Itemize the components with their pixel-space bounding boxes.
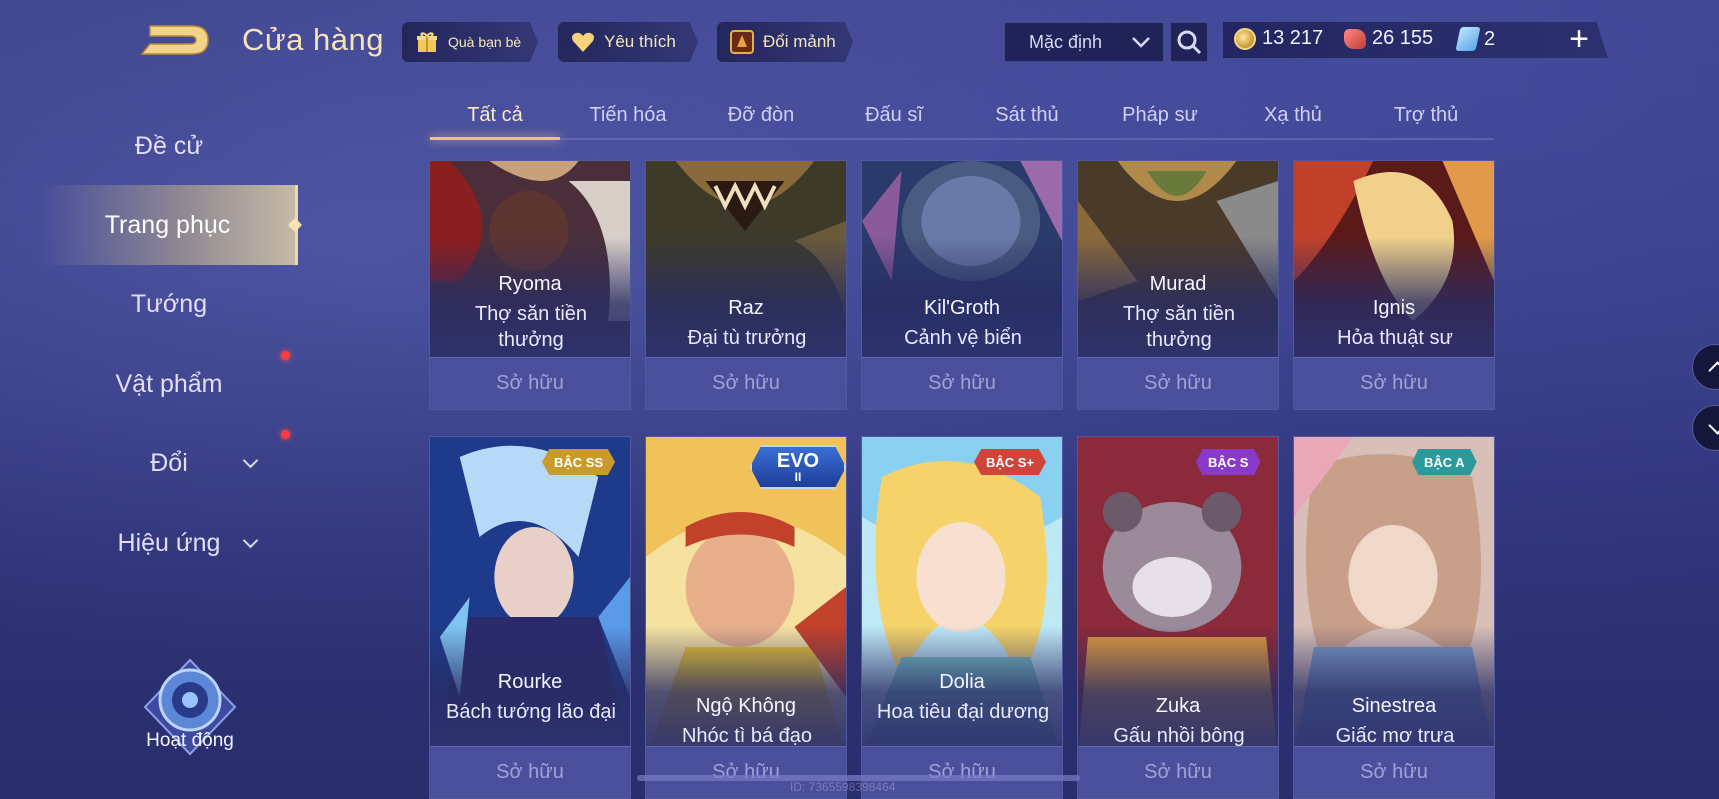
hero-name: Kil'Groth bbox=[923, 297, 1001, 319]
tab-fighter[interactable]: Đấu sĩ bbox=[829, 104, 959, 127]
ruby-amount: 26 155 bbox=[1372, 27, 1434, 49]
skin-card[interactable]: Ignis Hỏa thuật sư Sở hữu bbox=[1293, 160, 1495, 410]
category-tabs: Tất cả Tiến hóa Đỡ đòn Đấu sĩ Sát thủ Ph… bbox=[430, 96, 1494, 140]
skin-card[interactable]: BẬC S+ Dolia Hoa tiêu đại dương Sở hữu bbox=[861, 436, 1063, 799]
skin-name: Bách tướng lão đại bbox=[446, 701, 616, 723]
hero-name: Murad bbox=[1149, 273, 1207, 295]
plus-icon[interactable]: + bbox=[1562, 20, 1596, 60]
gold-amount: 13 217 bbox=[1262, 27, 1324, 49]
hero-name: Zuka bbox=[1155, 695, 1201, 717]
event-label: Hoạt động bbox=[146, 730, 234, 751]
sidebar-item-effects[interactable]: Hiệu ứng bbox=[40, 513, 298, 573]
search-button[interactable] bbox=[1170, 22, 1208, 62]
sidebar-item-skins[interactable]: Trang phục bbox=[40, 185, 298, 265]
notification-dot bbox=[281, 351, 290, 360]
tier-badge: BẬC SS bbox=[542, 449, 616, 475]
owned-status: Sở hữu bbox=[862, 357, 1062, 409]
tab-support[interactable]: Trợ thủ bbox=[1361, 104, 1491, 127]
scroll-up-icon[interactable] bbox=[1692, 344, 1719, 390]
skin-name: Thợ săn tiền thưởng bbox=[1122, 303, 1236, 351]
chevron-down-icon bbox=[242, 452, 259, 468]
skin-card[interactable]: BẬC S Zuka Gấu nhồi bông Sở hữu bbox=[1077, 436, 1279, 799]
ruby-balance: 26 155 bbox=[1344, 27, 1433, 50]
hero-name: Sinestrea bbox=[1351, 695, 1437, 717]
voucher-amount: 2 bbox=[1484, 27, 1496, 50]
gold-balance: 13 217 bbox=[1234, 27, 1323, 50]
gold-coin-icon bbox=[1234, 27, 1256, 50]
skin-name: Hoa tiêu đại dương bbox=[876, 701, 1050, 723]
favorites-button[interactable]: Yêu thích bbox=[558, 22, 698, 62]
notification-dot bbox=[281, 430, 290, 439]
skin-card[interactable]: Raz Đại tù trưởng Sở hữu bbox=[645, 160, 847, 410]
owned-status: Sở hữu bbox=[1078, 746, 1278, 798]
hero-name: Dolia bbox=[939, 671, 985, 693]
active-tab-underline bbox=[430, 137, 560, 140]
user-id: ID: 7365598398464 bbox=[790, 780, 896, 794]
skin-name: Cảnh vệ biển bbox=[904, 327, 1022, 349]
gift-icon bbox=[414, 29, 440, 55]
tab-all[interactable]: Tất cả bbox=[430, 104, 560, 127]
heart-icon bbox=[570, 29, 596, 55]
owned-status: Sở hữu bbox=[1294, 357, 1494, 409]
skin-card[interactable]: BẬC SS Rourke Bách tướng lão đại Sở hữu bbox=[429, 436, 631, 799]
skin-name: Thợ săn tiền thưởng bbox=[474, 303, 588, 351]
sidebar-item-heroes[interactable]: Tướng bbox=[40, 274, 298, 334]
sidebar-item-items[interactable]: Vật phẩm bbox=[40, 354, 298, 414]
hero-name: Ryoma bbox=[498, 273, 562, 295]
skin-card[interactable]: Murad Thợ săn tiền thưởng Sở hữu bbox=[1077, 160, 1279, 410]
voucher-balance: 2 bbox=[1455, 27, 1496, 51]
hero-name: Rourke bbox=[497, 671, 563, 693]
tier-badge: BẬC S bbox=[1196, 449, 1261, 475]
scroll-down-icon[interactable] bbox=[1692, 405, 1719, 451]
sort-dropdown[interactable]: Mặc định bbox=[1004, 22, 1164, 62]
voucher-icon bbox=[1455, 27, 1481, 51]
tier-badge: BẬC S+ bbox=[974, 449, 1047, 475]
skin-card[interactable]: Kil'Groth Cảnh vệ biển Sở hữu bbox=[861, 160, 1063, 410]
tab-marksman[interactable]: Xạ thủ bbox=[1228, 104, 1358, 127]
hero-name: Ngộ Không bbox=[695, 695, 797, 717]
shard-icon bbox=[729, 29, 755, 55]
shop-screen: Cửa hàng Quà bạn bè Yêu thích Đổi mảnh M… bbox=[0, 0, 1719, 799]
sidebar-item-label: Vật phẩm bbox=[115, 369, 223, 398]
evo-label: EVO bbox=[776, 450, 820, 472]
tier-badge: BẬC A bbox=[1412, 449, 1477, 475]
chevron-down-icon bbox=[1132, 37, 1150, 48]
owned-status: Sở hữu bbox=[1294, 746, 1494, 798]
favorites-label: Yêu thích bbox=[604, 32, 676, 51]
evo-badge: EVO II bbox=[750, 445, 846, 489]
sidebar-item-label: Hiệu ứng bbox=[117, 528, 221, 557]
skin-card[interactable]: BẬC A Sinestrea Giấc mơ trưa Sở hữu bbox=[1293, 436, 1495, 799]
evo-level: II bbox=[794, 470, 802, 484]
owned-status: Sở hữu bbox=[430, 746, 630, 798]
shard-exchange-label: Đổi mảnh bbox=[763, 32, 836, 51]
skin-card[interactable]: EVO II Ngộ Không Nhóc tì bá đạo Sở hữu bbox=[645, 436, 847, 799]
skin-name: Đại tù trưởng bbox=[687, 327, 807, 349]
sidebar-item-label: Tướng bbox=[130, 289, 208, 318]
ruby-icon bbox=[1344, 28, 1366, 49]
hero-name: Raz bbox=[728, 297, 764, 319]
search-icon bbox=[1177, 30, 1202, 55]
sidebar-item-label: Đổi bbox=[150, 448, 188, 477]
tab-tank[interactable]: Đỡ đòn bbox=[696, 104, 826, 127]
back-icon[interactable] bbox=[140, 20, 214, 60]
friend-gift-button[interactable]: Quà bạn bè bbox=[402, 22, 538, 62]
hero-name: Ignis bbox=[1372, 297, 1416, 319]
skin-card[interactable]: Ryoma Thợ săn tiền thưởng Sở hữu bbox=[429, 160, 631, 410]
tab-assassin[interactable]: Sát thủ bbox=[962, 104, 1092, 127]
sidebar-item-exchange[interactable]: Đổi bbox=[40, 433, 298, 493]
chevron-down-icon bbox=[242, 532, 259, 548]
owned-status: Sở hữu bbox=[1078, 357, 1278, 409]
shard-exchange-button[interactable]: Đổi mảnh bbox=[717, 22, 853, 62]
sidebar-item-recommended[interactable]: Đề cử bbox=[40, 116, 298, 176]
tab-evolution[interactable]: Tiến hóa bbox=[563, 104, 693, 127]
page-title: Cửa hàng bbox=[242, 22, 384, 57]
sidebar-item-label: Đề cử bbox=[134, 131, 204, 160]
sidebar-item-label: Trang phục bbox=[104, 210, 231, 239]
friend-gift-label: Quà bạn bè bbox=[448, 34, 522, 50]
sort-value: Mặc định bbox=[1029, 31, 1103, 52]
owned-status: Sở hữu bbox=[646, 357, 846, 409]
tab-mage[interactable]: Pháp sư bbox=[1095, 104, 1225, 127]
skin-name: Hỏa thuật sư bbox=[1337, 327, 1453, 349]
owned-status: Sở hữu bbox=[430, 357, 630, 409]
